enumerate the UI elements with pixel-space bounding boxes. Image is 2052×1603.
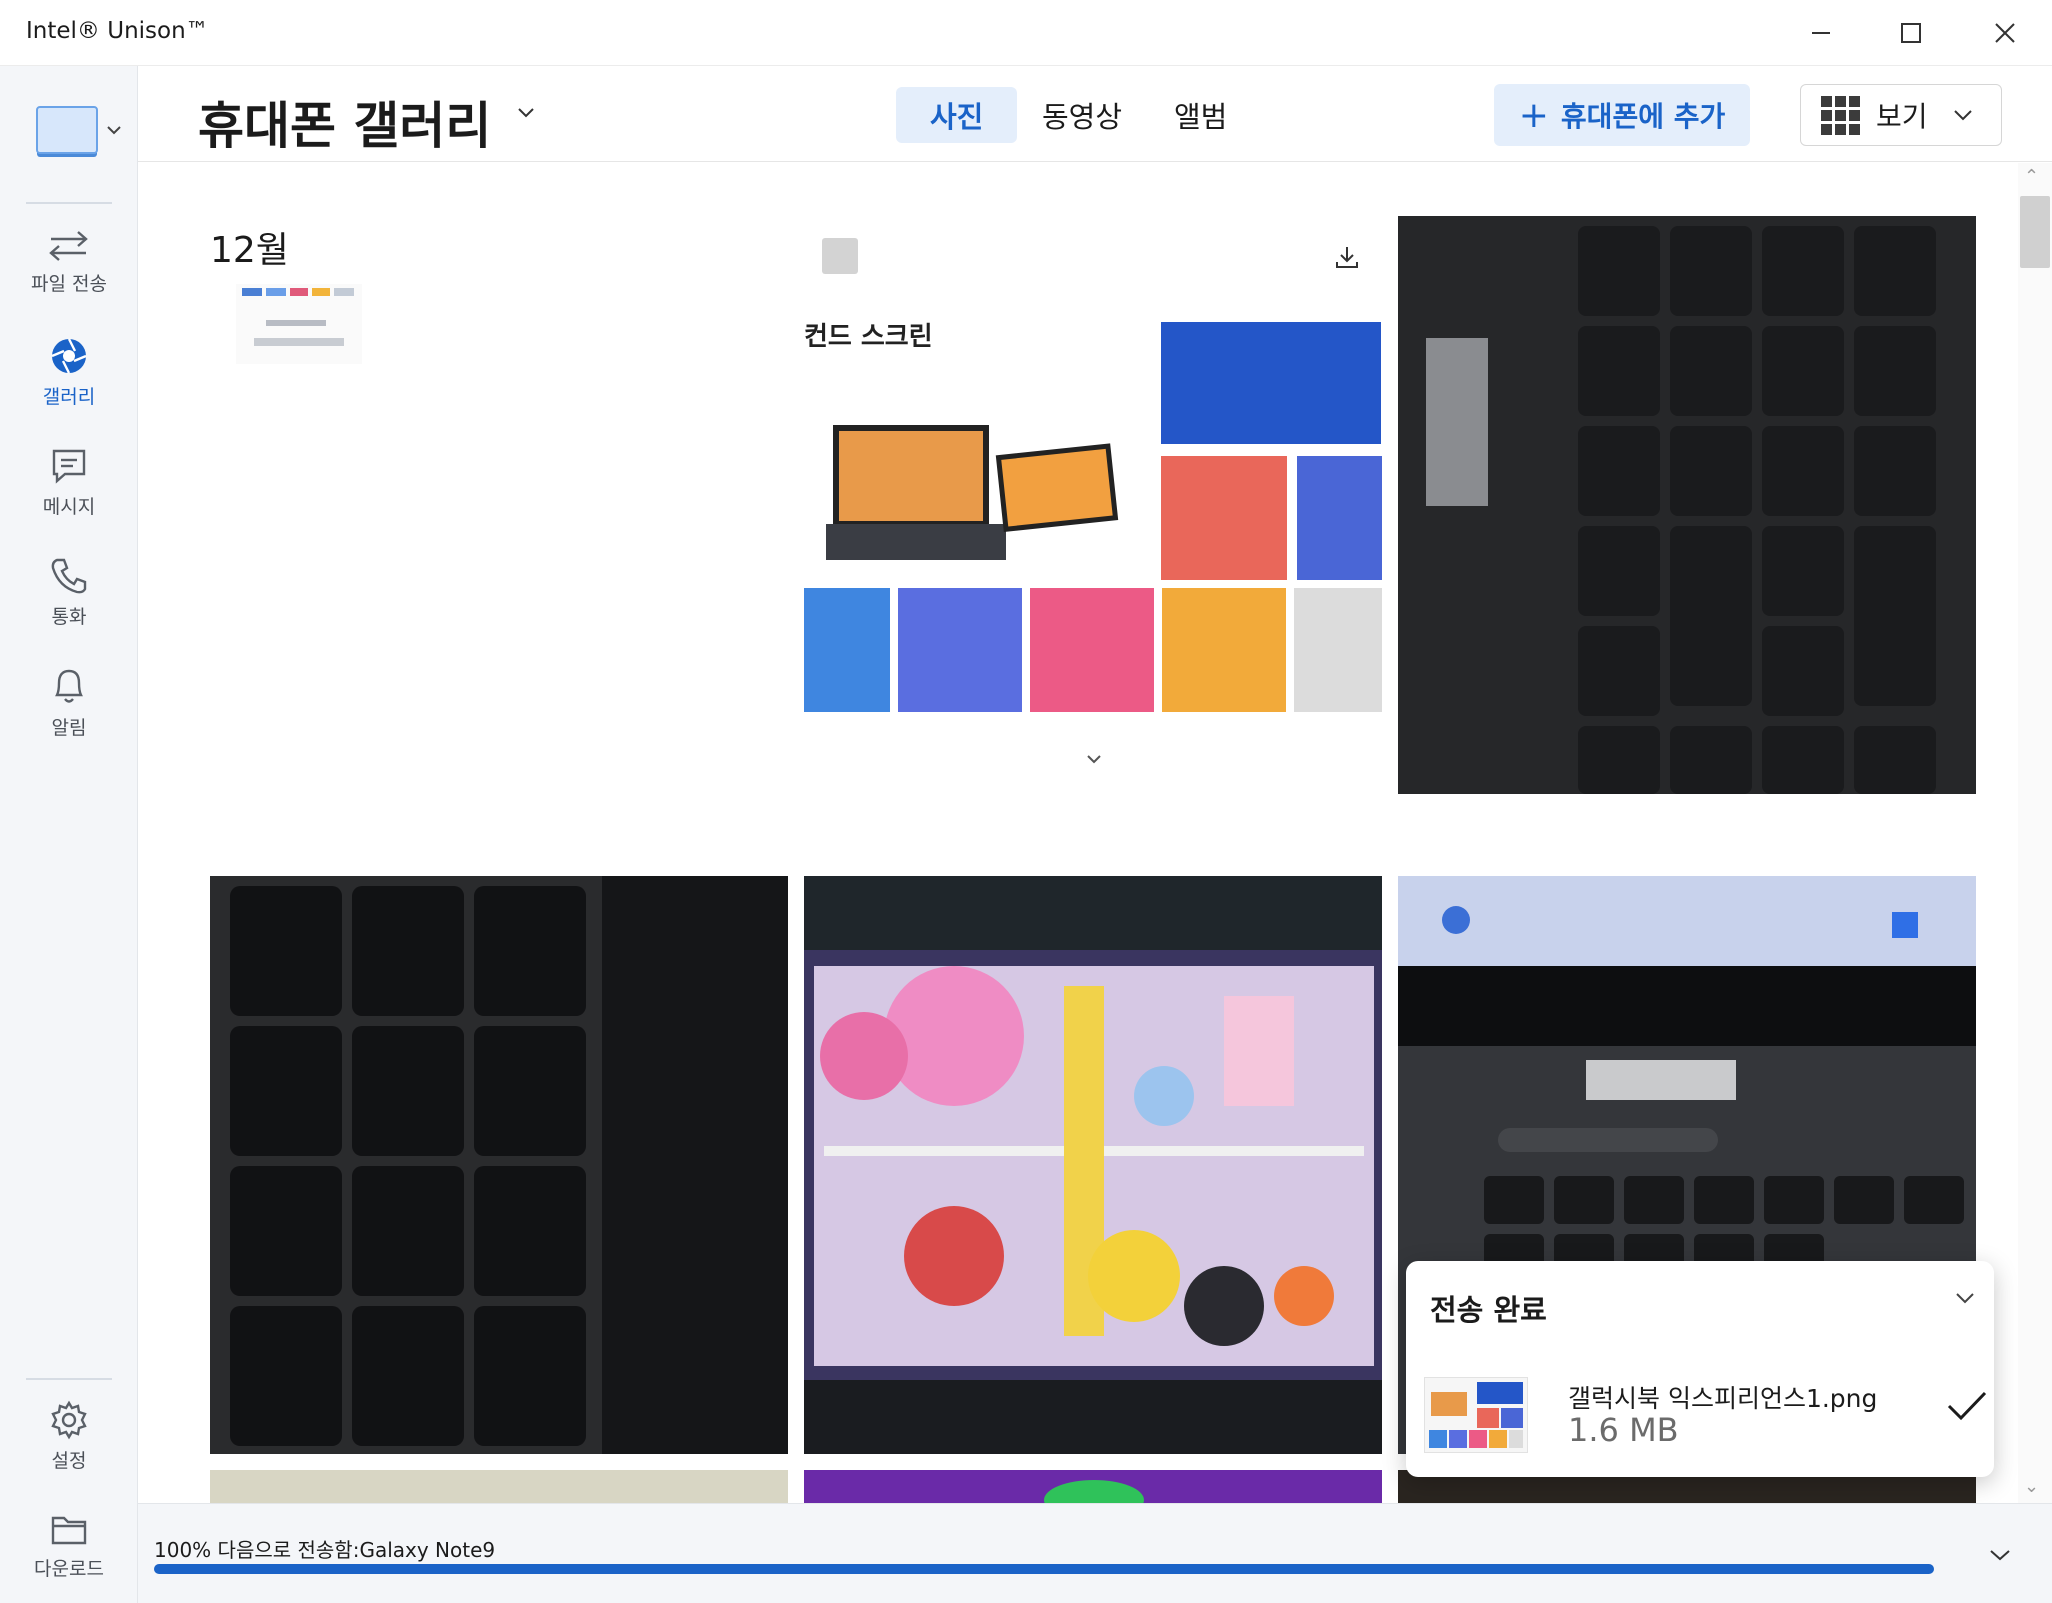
- transfer-percent: 100%: [154, 1538, 212, 1562]
- device-selector[interactable]: [36, 100, 126, 160]
- minimize-icon: [1812, 32, 1830, 34]
- transfer-complete-panel: 전송 완료 갤럭시북 익스피리언스1.png 1.6 MB: [1406, 1261, 1994, 1477]
- sidebar-divider: [26, 202, 112, 204]
- keyboard-photo-image: [1398, 216, 1976, 794]
- photo-thumbnail[interactable]: [210, 876, 788, 1454]
- chevron-down-icon: [1953, 110, 1972, 121]
- sidebar-item-label: 다운로드: [34, 1557, 104, 1580]
- grid-view-icon: [1821, 95, 1860, 135]
- sidebar-divider: [26, 1378, 112, 1380]
- checkmark-icon: [1947, 1391, 1987, 1421]
- scrollbar-thumb[interactable]: [2020, 196, 2050, 268]
- transfer-target: 다음으로 전송함:Galaxy Note9: [217, 1538, 496, 1562]
- gallery-header: 휴대폰 갤러리 사진 동영상 앨범 + 휴대폰에 추가 보기: [138, 66, 2052, 162]
- sidebar-item-label: 설정: [51, 1449, 87, 1472]
- scroll-up-icon[interactable]: ⌃: [2024, 166, 2039, 187]
- sidebar-item-settings[interactable]: 설정: [0, 1386, 138, 1486]
- chevron-down-icon[interactable]: [1954, 1291, 1976, 1305]
- transferred-file-size: 1.6 MB: [1568, 1411, 1679, 1449]
- transfer-status-text: 100% 다음으로 전송함:Galaxy Note9: [154, 1534, 495, 1563]
- file-preview-image: [1429, 1382, 1523, 1448]
- chevron-down-icon[interactable]: [516, 106, 536, 120]
- tab-photos[interactable]: 사진: [896, 87, 1018, 143]
- scroll-down-icon[interactable]: ⌄: [2024, 1476, 2039, 1497]
- sidebar-item-file-transfer[interactable]: 파일 전송: [0, 212, 138, 312]
- figure-shelf-image: [804, 876, 1382, 1454]
- phone-icon: [51, 558, 87, 593]
- close-button[interactable]: [1960, 0, 2050, 66]
- gallery-icon: [51, 337, 87, 374]
- toast-title: 전송 완료: [1430, 1293, 1547, 1327]
- sidebar-item-messages[interactable]: 메시지: [0, 432, 138, 532]
- maximize-icon: [1901, 23, 1921, 43]
- sidebar-item-calls[interactable]: 통화: [0, 542, 138, 642]
- tab-videos[interactable]: 동영상: [1008, 87, 1156, 143]
- maximize-button[interactable]: [1866, 0, 1956, 66]
- transferred-file-name: 갤럭시북 익스피리언스1.png: [1568, 1384, 1878, 1413]
- add-to-phone-label: 휴대폰에 추가: [1560, 100, 1726, 133]
- sidebar-item-gallery[interactable]: 갤러리: [0, 322, 138, 422]
- view-label: 보기: [1876, 100, 1928, 133]
- sidebar-item-label: 통화: [51, 605, 87, 628]
- tab-albums[interactable]: 앨범: [1140, 87, 1261, 143]
- photo-thumbnail[interactable]: 컨드 스크린: [804, 216, 1382, 794]
- transfer-progress-bar: [154, 1564, 1934, 1574]
- transfer-icon: [49, 230, 88, 261]
- transfer-status-bar: 100% 다음으로 전송함:Galaxy Note9: [138, 1503, 2052, 1603]
- gear-icon: [51, 1400, 87, 1439]
- transfer-progress-fill: [154, 1564, 1934, 1574]
- bell-icon: [55, 669, 83, 703]
- file-thumbnail: [1424, 1377, 1528, 1453]
- sidebar-item-downloads[interactable]: 다운로드: [0, 1496, 138, 1596]
- minimize-button[interactable]: [1776, 0, 1866, 66]
- close-icon: [1995, 23, 2015, 43]
- photo-thumbnail[interactable]: [210, 1470, 788, 1503]
- sidebar: 파일 전송 갤러리 메시지 통화 알림 설정 다운로드: [0, 66, 138, 1603]
- app-title: Intel® Unison™: [26, 18, 209, 44]
- add-to-phone-button[interactable]: + 휴대폰에 추가: [1494, 84, 1750, 146]
- sidebar-item-label: 메시지: [42, 495, 96, 518]
- promo-image: [804, 322, 1382, 764]
- title-bar: Intel® Unison™: [0, 0, 2052, 66]
- chevron-down-icon[interactable]: [1988, 1548, 2012, 1562]
- keyboard-closeup-image: [210, 876, 788, 1454]
- photo-thumbnail[interactable]: [236, 284, 362, 364]
- photo-thumbnail[interactable]: [804, 876, 1382, 1454]
- month-heading: 12월: [210, 230, 289, 271]
- laptop-icon: [36, 106, 98, 154]
- sidebar-item-label: 갤러리: [42, 385, 96, 408]
- message-icon: [52, 449, 86, 484]
- photo-thumbnail[interactable]: [1398, 216, 1976, 794]
- sidebar-item-label: 알림: [51, 716, 87, 739]
- sidebar-item-notifications[interactable]: 알림: [0, 652, 138, 752]
- photo-image: [242, 288, 354, 346]
- plus-icon: +: [1518, 94, 1549, 136]
- view-button[interactable]: 보기: [1800, 84, 2002, 146]
- photo-image: [1044, 1480, 1144, 1503]
- vertical-scrollbar[interactable]: [2018, 163, 2052, 1503]
- folder-icon: [51, 1516, 87, 1544]
- photo-thumbnail[interactable]: [804, 1470, 1382, 1503]
- chevron-down-icon: [107, 126, 121, 135]
- page-title[interactable]: 휴대폰 갤러리: [198, 86, 491, 158]
- sidebar-item-label: 파일 전송: [31, 272, 107, 295]
